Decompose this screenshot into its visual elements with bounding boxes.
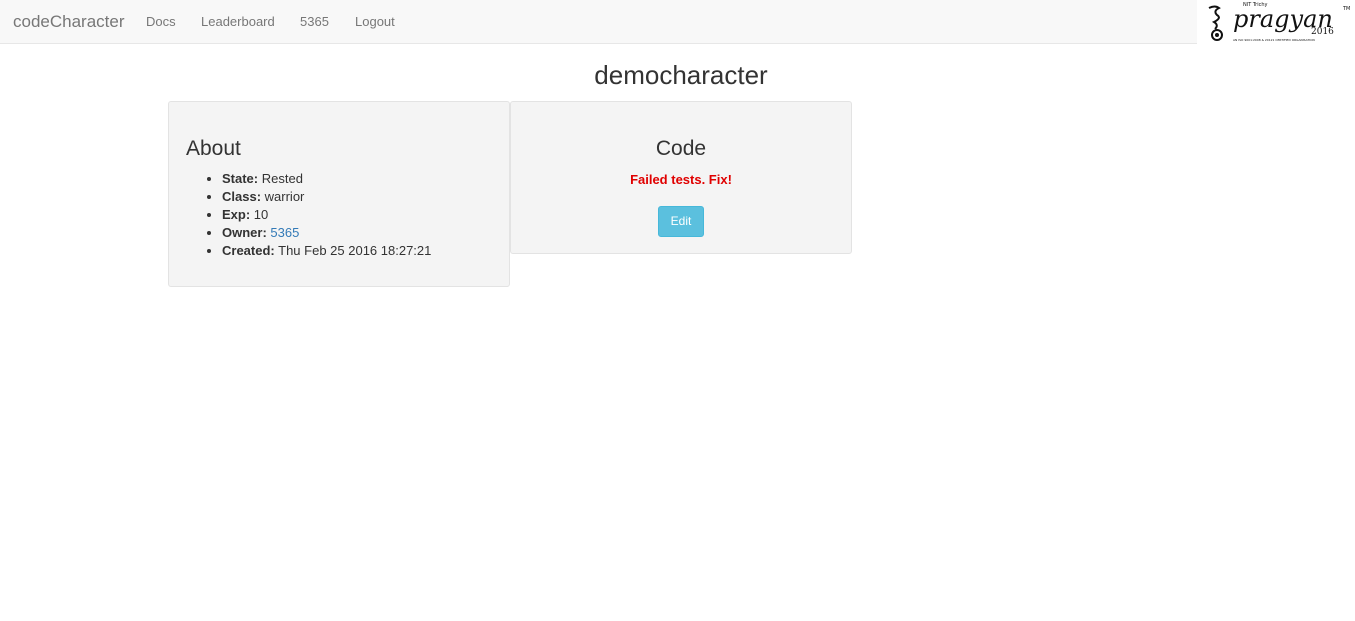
list-item: State: Rested [222,170,431,188]
logo-tm: TM [1342,6,1350,12]
list-item: Exp: 10 [222,206,431,224]
list-item: Class: warrior [222,188,431,206]
pragyan-logo-graphic: NIT Trichy pragyan TM 2016 AN ISO 9001:2… [1208,2,1350,42]
owner-label: Owner: [222,225,267,240]
edit-button[interactable]: Edit [658,206,704,237]
page-title: democharacter [594,60,768,90]
about-panel: About State: Rested Class: warrior Exp: … [168,101,510,287]
pragyan-logo: NIT Trichy pragyan TM 2016 AN ISO 9001:2… [1197,0,1355,44]
nav-logout[interactable]: Logout [355,14,395,29]
about-heading: About [186,137,241,160]
created-value: Thu Feb 25 2016 18:27:21 [278,243,432,258]
class-value: warrior [264,189,305,204]
brand-link[interactable]: codeCharacter [13,12,125,32]
nav-docs[interactable]: Docs [146,14,176,29]
owner-link[interactable]: 5365 [270,225,299,240]
logo-tagline: AN ISO 9001:2008 & 20121 CERTIFIED ORGAN… [1233,38,1315,42]
code-panel: Code Failed tests. Fix! Edit [510,101,852,254]
nav-leaderboard[interactable]: Leaderboard [201,14,275,29]
navbar: codeCharacter Docs Leaderboard 5365 Logo… [0,0,1355,44]
nav-user[interactable]: 5365 [300,14,329,29]
about-list: State: Rested Class: warrior Exp: 10 Own… [204,170,431,260]
exp-value: 10 [253,207,269,222]
test-status: Failed tests. Fix! [630,172,732,187]
state-value: Rested [261,171,303,186]
list-item: Owner: 5365 [222,224,431,242]
state-label: State: [222,171,259,186]
logo-year: 2016 [1311,27,1334,37]
code-heading: Code [655,137,707,160]
list-item: Created: Thu Feb 25 2016 18:27:21 [222,242,431,260]
exp-label: Exp: [222,207,251,222]
created-label: Created: [222,243,275,258]
class-label: Class: [222,189,262,204]
